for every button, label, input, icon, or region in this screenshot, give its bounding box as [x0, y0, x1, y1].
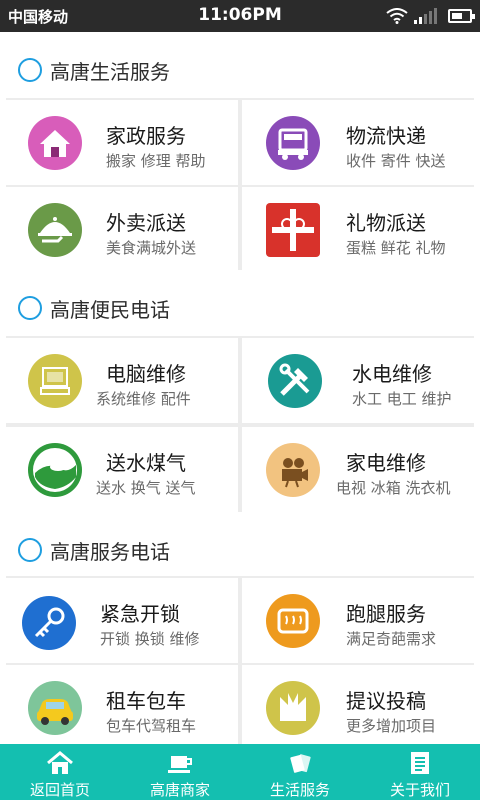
main-content[interactable]: 高唐生活服务 家政服务 搬家 修理 帮助 物流快递 收件 寄件 快送 外卖派送 … — [0, 32, 480, 744]
cards-icon — [290, 754, 311, 773]
service-desc: 包车代驾租车 — [106, 717, 197, 735]
tab-label: 关于我们 — [389, 781, 450, 799]
gift-icon — [266, 203, 320, 257]
tab-about-us[interactable]: 关于我们 — [360, 744, 480, 800]
hot-bowl-icon — [266, 594, 320, 648]
service-desc: 水工 电工 维护 — [352, 390, 452, 408]
service-name: 物流快递 — [346, 124, 426, 148]
service-desc: 系统维修 配件 — [96, 390, 191, 408]
service-item-housekeeping[interactable]: 家政服务 搬家 修理 帮助 — [6, 100, 238, 185]
service-item-gift-delivery[interactable]: 礼物派送 蛋糕 鲜花 礼物 — [242, 187, 474, 272]
service-name: 礼物派送 — [346, 211, 426, 235]
service-item-errand[interactable]: 跑腿服务 满足奇葩需求 — [242, 578, 474, 663]
cup-icon — [168, 756, 192, 773]
service-grid: 电脑维修 系统维修 配件 水电维修 水工 电工 维护 送水煤气 送水 换气 送气… — [6, 336, 474, 516]
service-item-logistics[interactable]: 物流快递 收件 寄件 快送 — [242, 100, 474, 185]
service-name: 外卖派送 — [106, 211, 186, 235]
service-desc: 送水 换气 送气 — [96, 479, 196, 497]
service-grid: 家政服务 搬家 修理 帮助 物流快递 收件 寄件 快送 外卖派送 美食满城外送 … — [6, 98, 474, 274]
section-header-life-services: 高唐生活服务 — [0, 32, 480, 98]
tab-label: 返回首页 — [29, 781, 90, 799]
bottom-tab-bar: 返回首页 高唐商家 生活服务 关于我们 — [0, 744, 480, 800]
service-desc: 电视 冰箱 洗衣机 — [336, 479, 451, 497]
book-icon — [266, 681, 320, 735]
service-item-takeout[interactable]: 外卖派送 美食满城外送 — [6, 187, 238, 272]
service-desc: 开锁 换锁 维修 — [100, 630, 200, 648]
service-item-computer-repair[interactable]: 电脑维修 系统维修 配件 — [6, 338, 238, 423]
service-desc: 满足奇葩需求 — [346, 630, 437, 648]
tab-home[interactable]: 返回首页 — [0, 744, 120, 800]
status-bar: 中国移动 11:06PM — [0, 0, 480, 32]
camera-icon — [266, 443, 320, 497]
circle-icon — [18, 296, 42, 320]
section-header-convenience-phones: 高唐便民电话 — [0, 270, 480, 336]
section-title: 高唐生活服务 — [50, 60, 170, 84]
tab-label: 生活服务 — [269, 781, 330, 799]
service-desc: 收件 寄件 快送 — [346, 152, 446, 170]
tab-merchants[interactable]: 高唐商家 — [120, 744, 240, 800]
tab-life-services[interactable]: 生活服务 — [240, 744, 360, 800]
service-desc: 美食满城外送 — [106, 239, 197, 257]
tools-icon — [268, 354, 322, 408]
battery-icon — [448, 9, 475, 23]
key-icon — [22, 596, 76, 650]
section-header-service-phones: 高唐服务电话 — [0, 512, 480, 578]
wifi-icon — [386, 8, 408, 24]
service-desc: 更多增加项目 — [346, 717, 437, 735]
service-item-suggestions[interactable]: 提议投稿 更多增加项目 — [242, 665, 474, 744]
clock: 11:06PM — [198, 5, 282, 25]
service-item-water-gas[interactable]: 送水煤气 送水 换气 送气 — [6, 427, 238, 512]
section-title: 高唐服务电话 — [50, 540, 170, 564]
section-title: 高唐便民电话 — [50, 298, 170, 322]
service-name: 租车包车 — [106, 689, 186, 713]
truck-icon — [266, 116, 320, 170]
taxi-icon — [28, 681, 82, 735]
food-dome-icon — [28, 203, 82, 257]
service-name: 电脑维修 — [106, 362, 186, 386]
signal-icon — [414, 8, 437, 24]
service-item-plumbing-electrical[interactable]: 水电维修 水工 电工 维护 — [242, 338, 474, 423]
computer-icon — [28, 354, 82, 408]
water-icon — [28, 443, 82, 497]
service-item-car-rental[interactable]: 租车包车 包车代驾租车 — [6, 665, 238, 744]
service-desc: 蛋糕 鲜花 礼物 — [346, 239, 446, 257]
service-item-appliance-repair[interactable]: 家电维修 电视 冰箱 洗衣机 — [242, 427, 474, 512]
service-name: 送水煤气 — [106, 451, 186, 475]
service-item-emergency-unlock[interactable]: 紧急开锁 开锁 换锁 维修 — [6, 578, 238, 663]
service-name: 跑腿服务 — [346, 602, 426, 626]
service-name: 家电维修 — [346, 451, 426, 475]
circle-icon — [18, 538, 42, 562]
circle-icon — [18, 58, 42, 82]
service-name: 家政服务 — [106, 124, 186, 148]
document-icon — [411, 752, 429, 774]
service-name: 提议投稿 — [346, 689, 426, 713]
service-grid: 紧急开锁 开锁 换锁 维修 跑腿服务 满足奇葩需求 租车包车 包车代驾租车 提议… — [6, 576, 474, 744]
house-icon — [28, 116, 82, 170]
tab-label: 高唐商家 — [149, 781, 210, 799]
service-desc: 搬家 修理 帮助 — [106, 152, 206, 170]
service-name: 水电维修 — [352, 362, 432, 386]
service-name: 紧急开锁 — [100, 602, 180, 626]
home-icon — [47, 751, 73, 774]
